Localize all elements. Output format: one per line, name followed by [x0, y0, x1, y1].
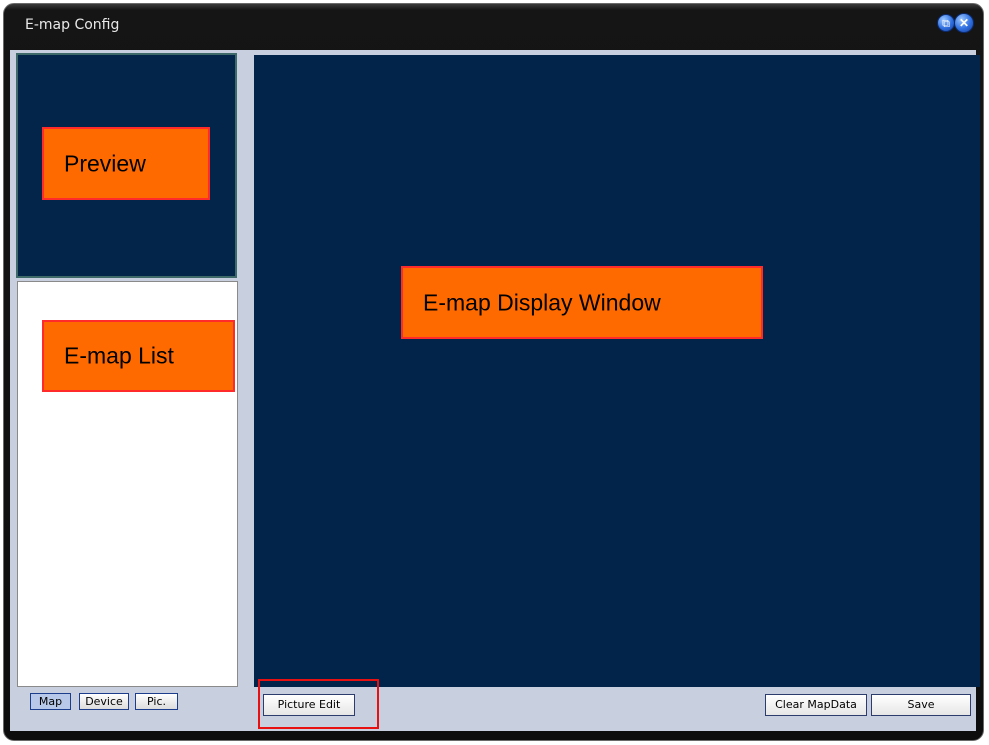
- tab-device[interactable]: Device: [79, 693, 129, 710]
- preview-annotation-label: Preview: [64, 150, 146, 176]
- save-button[interactable]: Save: [871, 694, 971, 716]
- emap-list-annotation: E-map List: [42, 320, 235, 392]
- restore-icon[interactable]: ⧉: [937, 14, 955, 32]
- close-icon[interactable]: ✕: [954, 13, 974, 33]
- emap-display-window[interactable]: [254, 55, 980, 687]
- title-bar[interactable]: E-map Config ⧉ ✕: [4, 4, 983, 44]
- display-window-annotation: E-map Display Window: [401, 266, 763, 339]
- window-title: E-map Config: [25, 17, 120, 33]
- panel-divider: [238, 53, 254, 687]
- tab-pic[interactable]: Pic.: [135, 693, 178, 710]
- emap-list-annotation-label: E-map List: [64, 342, 174, 369]
- picture-edit-highlight: [258, 679, 379, 729]
- tab-map[interactable]: Map: [30, 693, 71, 710]
- display-window-annotation-label: E-map Display Window: [423, 289, 661, 315]
- preview-annotation: Preview: [42, 127, 210, 200]
- clear-mapdata-button[interactable]: Clear MapData: [765, 694, 867, 716]
